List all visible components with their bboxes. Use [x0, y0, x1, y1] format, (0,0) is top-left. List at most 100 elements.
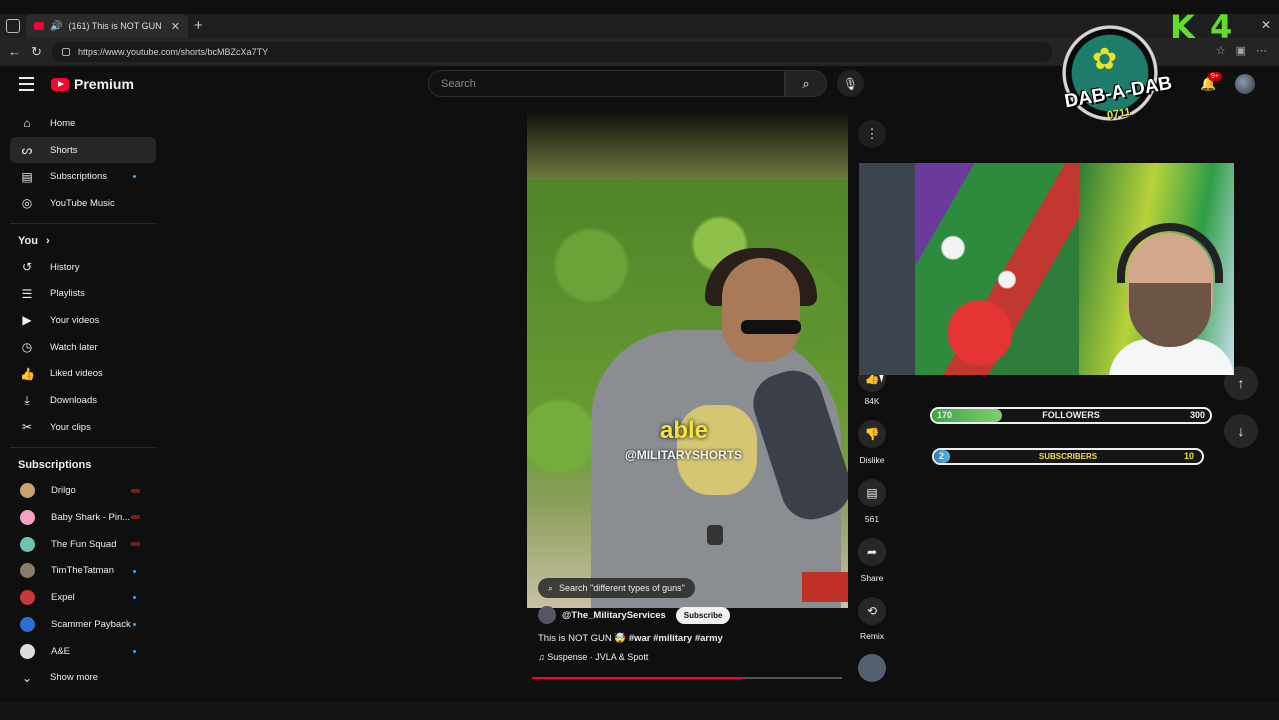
new-content-dot	[133, 596, 136, 600]
bottom-strip	[0, 702, 1279, 720]
k4-letter: K	[1170, 8, 1197, 46]
short-hashtags[interactable]: #war #military #army	[629, 633, 723, 644]
window-menu-icon[interactable]	[6, 19, 20, 33]
sidebar-subscription-item[interactable]: Baby Shark - Pin...	[10, 504, 156, 531]
short-video-player[interactable]: able @MILITARYSHORTS	[527, 180, 848, 608]
share-label: Share	[860, 573, 884, 583]
short-title-text: This is NOT GUN 🤯	[538, 633, 629, 644]
search-icon: ⌕	[802, 75, 810, 91]
sidebar-item-shorts[interactable]: ᔕ Shorts	[10, 136, 156, 164]
show-more-label: Show more	[50, 672, 99, 684]
k4-logo: K 4	[1170, 8, 1234, 46]
reload-icon[interactable]: ↻	[31, 44, 42, 60]
channel-name[interactable]: @The_MilitaryServices	[562, 610, 666, 621]
short-music[interactable]: ♫ Suspense · JVLA & Spott	[538, 652, 648, 662]
dislike-icon: 👎	[864, 427, 880, 441]
more-icon[interactable]: ⋯	[1256, 44, 1267, 57]
next-short-button[interactable]: ↓	[1224, 414, 1258, 448]
more-options-button[interactable]: ⋮	[858, 120, 886, 148]
more-vert-icon: ⋮	[865, 126, 879, 141]
site-info-icon[interactable]	[62, 48, 70, 56]
followers-goal-bar: 170 FOLLOWERS 300	[930, 407, 1212, 424]
playback-progress-bar[interactable]	[532, 677, 842, 679]
browser-tab[interactable]: 🔊 (161) This is NOT GUN 🤯 #… ✕	[26, 14, 188, 38]
divider	[10, 446, 156, 448]
channel-avatar	[20, 510, 35, 526]
live-indicator	[131, 488, 140, 493]
sidebar-item-history[interactable]: ↺ History	[10, 254, 156, 281]
video-watermark: @MILITARYSHORTS	[625, 448, 743, 462]
sidebar-item-downloads[interactable]: ⤓ Downloads	[10, 387, 156, 414]
live-indicator	[131, 515, 140, 520]
channel-row: @The_MilitaryServices Subscribe	[538, 606, 731, 624]
voice-search-button[interactable]: 🎙	[837, 70, 864, 97]
related-search-chip[interactable]: ⌕ Search "different types of guns"	[538, 578, 695, 598]
new-content-dot	[133, 649, 136, 653]
channel-avatar[interactable]	[538, 606, 556, 624]
sidebar-subscription-item[interactable]: A&E	[10, 638, 156, 665]
speaker-icon[interactable]: 🔊	[50, 21, 62, 32]
k4-number: 4	[1209, 8, 1235, 46]
followers-label: FOLLOWERS	[1042, 410, 1100, 420]
sidebar-subscription-item[interactable]: Scammer Payback	[10, 611, 156, 638]
sidebar-item-your-clips[interactable]: ✂ Your clips	[10, 414, 156, 441]
channel-avatar	[20, 590, 35, 606]
sidebar-subscription-item[interactable]: Drilgo	[10, 478, 156, 505]
sidebar-item-your-videos[interactable]: ▶ Your videos	[10, 307, 156, 334]
new-content-dot	[133, 175, 136, 179]
comment-icon: ▤	[866, 486, 878, 500]
playlists-icon: ☰	[21, 286, 33, 301]
share-button[interactable]: ➦	[858, 538, 886, 566]
shorts-icon: ᔕ	[21, 143, 33, 158]
sidebar-item-label: Your clips	[50, 421, 91, 433]
search-input[interactable]: Search	[428, 70, 785, 97]
video-caption: able	[660, 417, 709, 444]
subscription-label: A&E	[51, 645, 71, 657]
comments-button[interactable]: ▤	[858, 479, 886, 507]
search-button[interactable]: ⌕	[785, 70, 827, 97]
sidebar-subscription-item[interactable]: The Fun Squad	[10, 531, 156, 558]
short-title[interactable]: This is NOT GUN 🤯 #war #military #army	[538, 633, 723, 644]
dislike-label: Dislike	[859, 455, 885, 465]
video-person-face	[722, 258, 800, 362]
live-indicator	[131, 541, 140, 546]
tab-close-icon[interactable]: ✕	[171, 20, 180, 33]
sidebar-item-liked-videos[interactable]: 👍 Liked videos	[10, 361, 156, 388]
dislike-button[interactable]: 👎	[858, 420, 886, 448]
sidebar-subscription-item[interactable]: Expel	[10, 584, 156, 611]
back-icon[interactable]: ←	[8, 44, 21, 59]
mic-icon: 🎙	[842, 76, 859, 91]
video-top-fade	[527, 110, 848, 180]
youtube-premium-logo[interactable]: Premium	[51, 76, 134, 92]
webcam-tapestry	[899, 163, 1079, 375]
remix-button[interactable]: ⟲	[858, 597, 886, 625]
url-field[interactable]: https://www.youtube.com/shorts/bcMBZcXa7…	[52, 42, 1052, 62]
leaf-icon: ✿	[1092, 43, 1118, 76]
subscribers-label: SUBSCRIBERS	[1038, 452, 1098, 461]
show-more-button[interactable]: ⌄ Show more	[10, 664, 156, 691]
sidebar-item-label: Liked videos	[50, 368, 103, 380]
guide-menu-icon[interactable]	[19, 77, 34, 95]
new-tab-icon[interactable]: +	[194, 17, 203, 34]
window-close-icon[interactable]: ✕	[1261, 18, 1271, 32]
sidebar-item-subscriptions[interactable]: ▤ Subscriptions	[10, 163, 156, 190]
subscriptions-icon: ▤	[21, 169, 33, 184]
subscriptions-heading-label: Subscriptions	[18, 458, 92, 471]
sidebar-item-youtube-music[interactable]: ◎ YouTube Music	[10, 190, 156, 217]
video-red-object	[802, 572, 848, 602]
webcam-cabinet	[859, 163, 915, 375]
music-icon: ◎	[21, 196, 33, 211]
sidebar-item-playlists[interactable]: ☰ Playlists	[10, 280, 156, 307]
sound-thumbnail[interactable]	[858, 654, 886, 682]
clips-icon: ✂	[21, 420, 33, 435]
sidebar-item-watch-later[interactable]: ◷ Watch later	[10, 334, 156, 361]
account-avatar[interactable]	[1235, 74, 1255, 94]
collections-icon[interactable]: ▣	[1236, 44, 1246, 57]
subscribe-button[interactable]: Subscribe	[675, 606, 731, 624]
subscription-label: The Fun Squad	[51, 538, 117, 550]
you-heading[interactable]: You ›	[10, 228, 156, 254]
sidebar-subscription-item[interactable]: TimTheTatman	[10, 558, 156, 585]
home-icon: ⌂	[23, 116, 31, 131]
sidebar-item-home[interactable]: ⌂ Home	[10, 110, 156, 137]
video-sunglasses	[741, 320, 801, 334]
